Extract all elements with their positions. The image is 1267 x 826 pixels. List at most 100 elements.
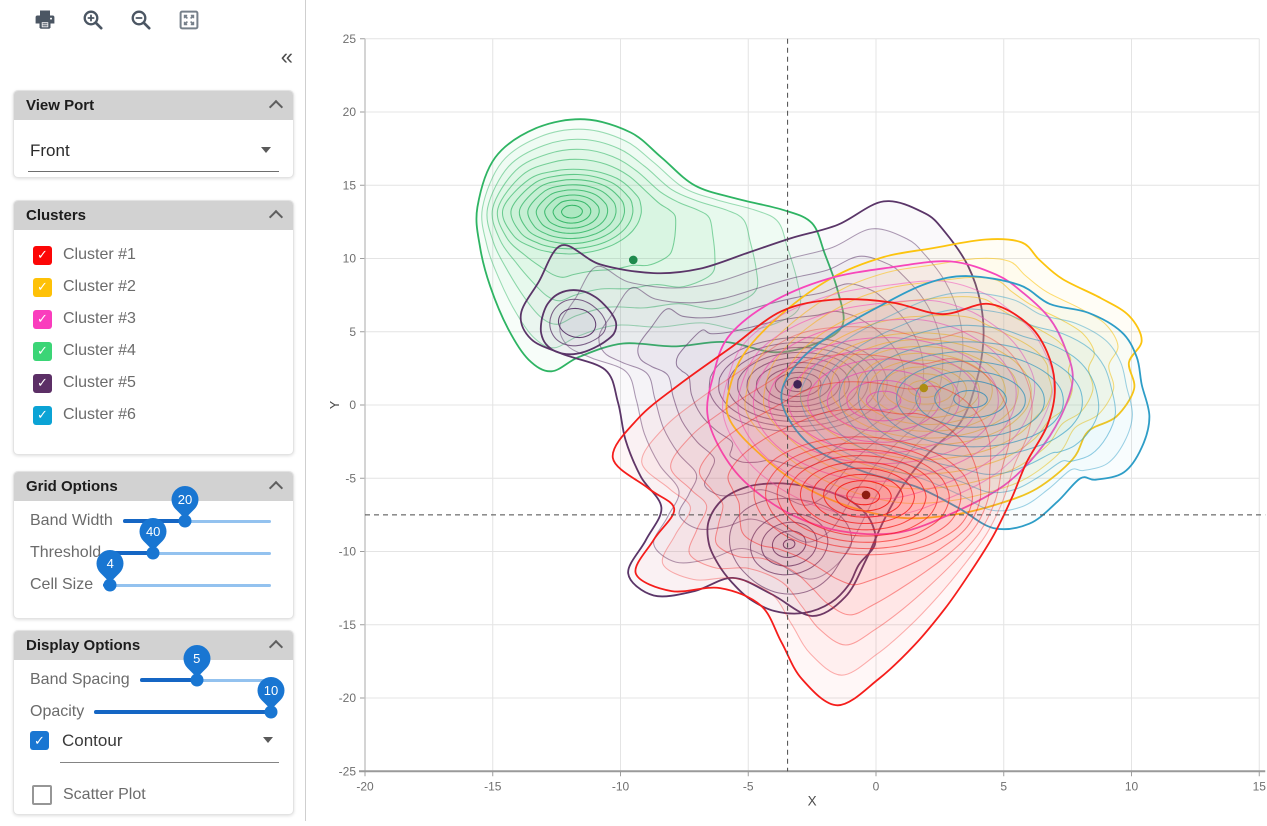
scatter-plot-label[interactable]: Scatter Plot — [63, 786, 146, 804]
svg-text:5: 5 — [1000, 779, 1007, 793]
svg-text:5: 5 — [349, 325, 356, 339]
print-icon[interactable] — [32, 7, 58, 33]
grid-options-sliders: Band Width 20 Threshold 40 Cell Size 4 — [14, 501, 293, 615]
slider-thumb[interactable] — [178, 515, 191, 528]
display-options-panel: Display Options Band Spacing 5 Opacity 10 ✓… — [13, 630, 294, 815]
grid-options-panel: Grid Options Band Width 20 Threshold 40 Cell… — [13, 471, 294, 619]
cluster-row: ✓ Cluster #1 — [14, 239, 293, 271]
cluster-centroid-dot — [862, 491, 871, 500]
view-port-panel: View Port Front — [13, 90, 294, 178]
view-port-select[interactable]: Front — [28, 137, 279, 172]
svg-text:-15: -15 — [484, 779, 502, 793]
slider-track[interactable]: 10 — [94, 705, 271, 719]
slider-row: Cell Size 4 — [30, 569, 271, 601]
clusters-panel: Clusters ✓ Cluster #1 ✓ Cluster #2 ✓ Cluster … — [13, 200, 294, 455]
clusters-title: Clusters — [26, 207, 86, 224]
slider-track[interactable]: 40 — [111, 546, 271, 560]
chevron-up-icon[interactable] — [269, 640, 283, 654]
cluster-row: ✓ Cluster #4 — [14, 335, 293, 367]
fit-view-icon[interactable] — [176, 7, 202, 33]
slider-label: Band Width — [30, 512, 113, 530]
slider-thumb[interactable] — [265, 706, 278, 719]
slider-row: Band Width 20 — [30, 505, 271, 537]
svg-text:0: 0 — [349, 398, 356, 412]
grid-options-title: Grid Options — [26, 478, 118, 495]
svg-text:Y: Y — [330, 400, 342, 409]
cluster-checkbox[interactable]: ✓ — [33, 310, 52, 329]
slider-label: Cell Size — [30, 576, 93, 594]
slider-label: Opacity — [30, 703, 84, 721]
cluster-label[interactable]: Cluster #1 — [63, 246, 136, 264]
cluster-centroid-dot — [629, 256, 638, 265]
slider-track[interactable]: 4 — [103, 578, 271, 592]
display-options-sliders: Band Spacing 5 Opacity 10 — [14, 660, 293, 728]
view-port-title: View Port — [26, 97, 94, 114]
slider-label: Threshold — [30, 544, 101, 562]
contour-select-value: Contour — [62, 731, 122, 750]
scatter-plot-checkbox[interactable] — [32, 785, 52, 805]
slider-track[interactable]: 20 — [123, 514, 271, 528]
svg-text:0: 0 — [873, 779, 880, 793]
svg-text:-10: -10 — [612, 779, 630, 793]
chevron-up-icon[interactable] — [269, 481, 283, 495]
cluster-checkbox[interactable]: ✓ — [33, 406, 52, 425]
zoom-out-icon[interactable] — [128, 7, 154, 33]
grid-options-header: Grid Options — [14, 472, 293, 501]
svg-text:-25: -25 — [339, 764, 357, 778]
slider-thumb[interactable] — [190, 674, 203, 687]
cluster-row: ✓ Cluster #6 — [14, 399, 293, 431]
cluster-row: ✓ Cluster #2 — [14, 271, 293, 303]
cluster-row: ✓ Cluster #5 — [14, 367, 293, 399]
chevron-down-icon — [263, 737, 273, 743]
cluster-centroid-dot — [919, 384, 928, 393]
slider-thumb[interactable] — [104, 579, 117, 592]
slider-track[interactable]: 5 — [140, 673, 271, 687]
display-options-header: Display Options — [14, 631, 293, 660]
slider-row: Opacity 10 — [30, 696, 271, 728]
cluster-checkbox[interactable]: ✓ — [33, 278, 52, 297]
density-contour-chart[interactable]: -20-15-10-50510152520151050-5-10-15-20-2… — [330, 0, 1267, 821]
svg-text:10: 10 — [343, 252, 357, 266]
sidebar: « View Port Front Clusters ✓Cluster #1✓C… — [0, 0, 306, 821]
contour-checkbox[interactable]: ✓ — [30, 731, 49, 750]
slider-thumb[interactable] — [147, 547, 160, 560]
chevron-up-icon[interactable] — [269, 100, 283, 114]
svg-text:X: X — [808, 793, 817, 808]
slider-row: Threshold 40 — [30, 537, 271, 569]
slider-label: Band Spacing — [30, 671, 130, 689]
svg-text:10: 10 — [1125, 779, 1139, 793]
chevron-down-icon — [261, 147, 271, 153]
svg-text:15: 15 — [343, 178, 357, 192]
toolbar — [32, 7, 202, 33]
cluster-checkbox[interactable]: ✓ — [33, 374, 52, 393]
collapse-sidebar-icon[interactable]: « — [281, 46, 293, 68]
cluster-label[interactable]: Cluster #2 — [63, 278, 136, 296]
svg-text:-20: -20 — [339, 691, 357, 705]
cluster-label[interactable]: Cluster #5 — [63, 374, 136, 392]
cluster-centroid-dot — [793, 380, 802, 389]
slider-row: Band Spacing 5 — [30, 664, 271, 696]
svg-text:-5: -5 — [345, 471, 356, 485]
view-port-selected-value: Front — [30, 141, 70, 160]
svg-text:-10: -10 — [339, 545, 357, 559]
cluster-label[interactable]: Cluster #4 — [63, 342, 136, 360]
svg-text:15: 15 — [1253, 779, 1267, 793]
svg-text:20: 20 — [343, 105, 357, 119]
chart-area: -20-15-10-50510152520151050-5-10-15-20-2… — [330, 0, 1267, 821]
cluster-label[interactable]: Cluster #3 — [63, 310, 136, 328]
view-port-header: View Port — [14, 91, 293, 120]
cluster-row: ✓ Cluster #3 — [14, 303, 293, 335]
cluster-label[interactable]: Cluster #6 — [63, 406, 136, 424]
svg-text:-5: -5 — [743, 779, 754, 793]
chevron-up-icon[interactable] — [269, 210, 283, 224]
display-options-title: Display Options — [26, 637, 140, 654]
svg-text:-15: -15 — [339, 618, 357, 632]
contour-select[interactable]: Contour — [60, 731, 279, 763]
svg-text:25: 25 — [343, 32, 357, 46]
svg-text:-20: -20 — [356, 779, 374, 793]
cluster-checkbox[interactable]: ✓ — [33, 342, 52, 361]
clusters-list: ✓ Cluster #1 ✓ Cluster #2 ✓ Cluster #3 ✓ Cluste… — [14, 230, 293, 449]
zoom-in-icon[interactable] — [80, 7, 106, 33]
cluster-checkbox[interactable]: ✓ — [33, 246, 52, 265]
clusters-header: Clusters — [14, 201, 293, 230]
